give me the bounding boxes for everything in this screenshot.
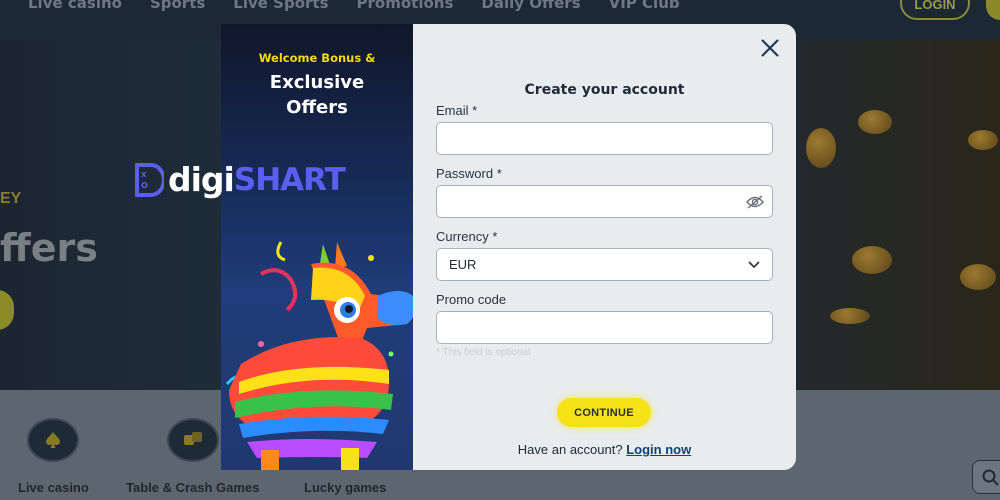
promo-title-line2: Offers	[286, 97, 348, 118]
chevron-down-icon	[748, 260, 760, 268]
hero-kicker: EY	[0, 190, 22, 207]
brand-logo: X O digi SHART	[134, 160, 346, 199]
nav-live-casino[interactable]: Live casino	[28, 0, 122, 12]
close-icon	[761, 39, 779, 57]
coin-decoration	[806, 128, 836, 168]
optional-field-hint: * This field is optional	[436, 347, 531, 358]
currency-label: Currency *	[436, 229, 498, 244]
signup-modal: Create your account Email * Password * C…	[413, 24, 796, 470]
dice-icon	[166, 418, 219, 462]
close-button[interactable]	[756, 34, 784, 62]
logo-mark-icon: X O	[135, 162, 164, 197]
category-label: Lucky games	[304, 480, 387, 495]
search-icon	[982, 469, 999, 486]
have-account-text: Have an account?	[517, 442, 623, 457]
logo-text-shart: SHART	[233, 161, 346, 198]
coin-decoration	[968, 130, 998, 150]
currency-select[interactable]: EUR	[436, 248, 773, 281]
password-label: Password *	[436, 166, 502, 181]
toggle-password-visibility-button[interactable]	[745, 194, 765, 210]
site-nav: Live casino Sports Live Sports Promotion…	[28, 0, 680, 12]
hero-cta-button[interactable]	[0, 290, 14, 330]
promo-welcome-text: Welcome Bonus &	[258, 51, 376, 65]
site-register-button[interactable]	[986, 0, 1000, 20]
site-login-button[interactable]: LOGIN	[900, 0, 970, 20]
nav-daily-offers[interactable]: Daily Offers	[481, 0, 580, 12]
promo-code-label: Promo code	[436, 292, 507, 307]
category-live-casino[interactable]: Live casino	[18, 418, 89, 495]
nav-live-sports[interactable]: Live Sports	[233, 0, 328, 12]
coin-decoration	[830, 308, 870, 324]
category-label: Table & Crash Games	[126, 480, 260, 495]
login-now-link[interactable]: Login now	[626, 442, 691, 457]
form-title: Create your account	[524, 82, 685, 98]
promo-title-line1: Exclusive	[269, 72, 365, 93]
coin-decoration	[852, 246, 892, 274]
email-field[interactable]	[436, 122, 773, 155]
eye-off-icon	[746, 195, 764, 209]
password-field[interactable]	[436, 185, 773, 218]
svg-text:O: O	[141, 181, 148, 190]
have-account-row: Have an account? Login now	[413, 442, 796, 457]
pinata-image	[225, 241, 416, 470]
coin-decoration	[960, 264, 996, 290]
continue-button[interactable]: CONTINUE	[557, 398, 651, 427]
promo-panel: Welcome Bonus & Exclusive Offers	[221, 24, 421, 470]
category-label: Live casino	[18, 480, 89, 495]
search-button[interactable]	[972, 460, 1000, 494]
email-label: Email *	[436, 103, 478, 118]
promo-title: Exclusive Offers	[221, 70, 413, 120]
nav-sports[interactable]: Sports	[150, 0, 205, 12]
spade-icon	[27, 418, 80, 462]
currency-selected-value: EUR	[449, 257, 477, 272]
hero-heading: ffers	[0, 226, 98, 270]
nav-promotions[interactable]: Promotions	[357, 0, 454, 12]
promo-code-field[interactable]	[436, 311, 773, 344]
coin-decoration	[858, 110, 892, 134]
svg-text:X: X	[141, 171, 147, 179]
nav-vip-club[interactable]: VIP Club	[609, 0, 680, 12]
logo-text-digi: digi	[168, 160, 235, 199]
